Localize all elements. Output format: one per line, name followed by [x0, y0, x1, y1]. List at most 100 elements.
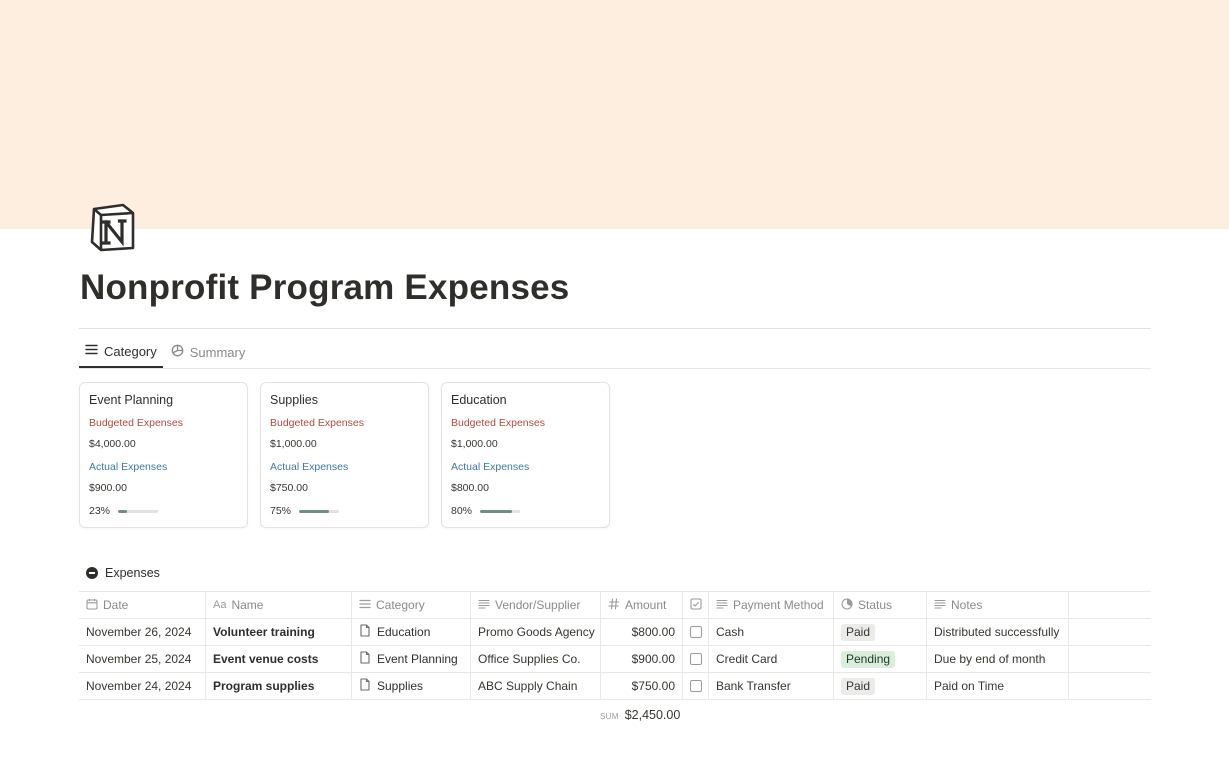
column-header-checkbox[interactable] — [683, 592, 709, 618]
page-icon — [359, 624, 371, 640]
cell-vendor[interactable]: Promo Goods Agency — [471, 619, 601, 645]
cell-checkbox[interactable] — [683, 673, 709, 699]
category-link[interactable]: Education — [359, 624, 430, 640]
budget-value: $1,000.00 — [451, 438, 498, 450]
cell-payment[interactable]: Credit Card — [709, 646, 834, 672]
actual-label: Actual Expenses — [89, 461, 168, 473]
cell-date[interactable]: November 24, 2024 — [79, 673, 206, 699]
card-title: Supplies — [270, 393, 318, 407]
column-header-category[interactable]: Category — [352, 592, 471, 618]
column-header-payment[interactable]: Payment Method — [709, 592, 834, 618]
column-label: Status — [858, 598, 893, 612]
budget-value: $1,000.00 — [270, 438, 317, 450]
text-lines-icon — [934, 598, 946, 613]
category-card[interactable]: Event Planning Budgeted Expenses $4,000.… — [79, 382, 248, 528]
column-label: Category — [376, 598, 425, 612]
actual-value: $800.00 — [451, 482, 489, 494]
cell-checkbox[interactable] — [683, 619, 709, 645]
tab-label: Category — [104, 343, 157, 359]
database-title-label: Expenses — [105, 566, 160, 580]
progress-bar — [480, 509, 521, 513]
table-spacer — [1069, 673, 1151, 699]
column-header-name[interactable]: Aa Name — [206, 592, 352, 618]
cell-vendor[interactable]: ABC Supply Chain — [471, 673, 601, 699]
table-row[interactable]: November 25, 2024 Event venue costs Even… — [79, 646, 1151, 673]
cell-category[interactable]: Event Planning — [352, 646, 471, 672]
row-checkbox[interactable] — [689, 626, 702, 638]
page-cover[interactable] — [0, 0, 1229, 229]
column-label: Payment Method — [733, 598, 824, 612]
category-card[interactable]: Education Budgeted Expenses $1,000.00 Ac… — [441, 382, 610, 528]
cell-status[interactable]: Paid — [834, 673, 927, 699]
cell-vendor[interactable]: Office Supplies Co. — [471, 646, 601, 672]
list-icon — [85, 343, 98, 359]
progress: 23% — [89, 505, 238, 517]
column-label: Date — [103, 598, 129, 612]
amount-sum[interactable]: SUM $2,450.00 — [600, 708, 680, 722]
category-link-label: Supplies — [377, 679, 424, 693]
page-title[interactable]: Nonprofit Program Expenses — [80, 268, 569, 308]
category-link[interactable]: Event Planning — [359, 651, 458, 667]
progress: 75% — [270, 505, 419, 517]
table-row[interactable]: November 26, 2024 Volunteer training Edu… — [79, 619, 1151, 646]
sum-label: SUM — [600, 712, 619, 721]
cell-amount[interactable]: $900.00 — [601, 646, 683, 672]
cell-amount[interactable]: $750.00 — [601, 673, 683, 699]
status-badge[interactable]: Paid — [841, 677, 876, 695]
row-checkbox[interactable] — [689, 680, 702, 692]
checkbox-type-icon — [689, 597, 702, 613]
column-header-notes[interactable]: Notes — [927, 592, 1069, 618]
budget-label: Budgeted Expenses — [451, 417, 545, 429]
category-card[interactable]: Supplies Budgeted Expenses $1,000.00 Act… — [260, 382, 429, 528]
progress-percent: 75% — [270, 505, 292, 517]
card-title: Event Planning — [89, 393, 174, 407]
cell-payment[interactable]: Cash — [709, 619, 834, 645]
table-header: Date Aa Name Category Vendor/Supplier Am… — [79, 592, 1151, 619]
category-gallery: Event Planning Budgeted Expenses $4,000.… — [79, 382, 610, 528]
cell-category[interactable]: Supplies — [352, 673, 471, 699]
cell-date[interactable]: November 25, 2024 — [79, 646, 206, 672]
cell-category[interactable]: Education — [352, 619, 471, 645]
budget-label: Budgeted Expenses — [89, 417, 183, 429]
cell-name[interactable]: Program supplies — [206, 673, 352, 699]
cell-checkbox[interactable] — [683, 646, 709, 672]
cell-notes[interactable]: Paid on Time — [927, 673, 1069, 699]
actual-label: Actual Expenses — [270, 461, 349, 473]
status-badge[interactable]: Paid — [841, 623, 876, 641]
column-header-status[interactable]: Status — [834, 592, 927, 618]
row-checkbox[interactable] — [689, 653, 702, 665]
status-badge[interactable]: Pending — [841, 650, 896, 668]
actual-value: $900.00 — [89, 482, 127, 494]
cell-amount[interactable]: $800.00 — [601, 619, 683, 645]
category-link-label: Education — [377, 625, 431, 639]
column-header-date[interactable]: Date — [79, 592, 206, 618]
cell-notes[interactable]: Due by end of month — [927, 646, 1069, 672]
tab-category[interactable]: Category — [79, 336, 163, 368]
column-header-vendor[interactable]: Vendor/Supplier — [471, 592, 601, 618]
row-name[interactable]: Program supplies — [213, 679, 314, 693]
row-name[interactable]: Event venue costs — [213, 652, 318, 666]
page-icon — [359, 678, 371, 694]
database-title[interactable]: Expenses — [86, 566, 160, 580]
cell-payment[interactable]: Bank Transfer — [709, 673, 834, 699]
notion-logo-icon[interactable] — [86, 200, 140, 254]
cell-notes[interactable]: Distributed successfully — [927, 619, 1069, 645]
row-name[interactable]: Volunteer training — [213, 625, 315, 639]
tab-summary[interactable]: Summary — [165, 336, 252, 368]
column-label: Notes — [951, 598, 983, 612]
budget-label: Budgeted Expenses — [270, 417, 364, 429]
cell-status[interactable]: Paid — [834, 619, 927, 645]
cell-name[interactable]: Volunteer training — [206, 619, 352, 645]
expenses-table: Date Aa Name Category Vendor/Supplier Am… — [79, 591, 1151, 700]
page-icon — [359, 651, 371, 667]
cell-name[interactable]: Event venue costs — [206, 646, 352, 672]
cell-date[interactable]: November 26, 2024 — [79, 619, 206, 645]
table-spacer — [1069, 619, 1151, 645]
relation-list-icon — [359, 598, 371, 613]
category-link[interactable]: Supplies — [359, 678, 423, 694]
column-header-amount[interactable]: Amount — [601, 592, 683, 618]
cell-status[interactable]: Pending — [834, 646, 927, 672]
divider — [79, 328, 1151, 329]
card-title: Education — [451, 393, 507, 407]
table-row[interactable]: November 24, 2024 Program supplies Suppl… — [79, 673, 1151, 700]
